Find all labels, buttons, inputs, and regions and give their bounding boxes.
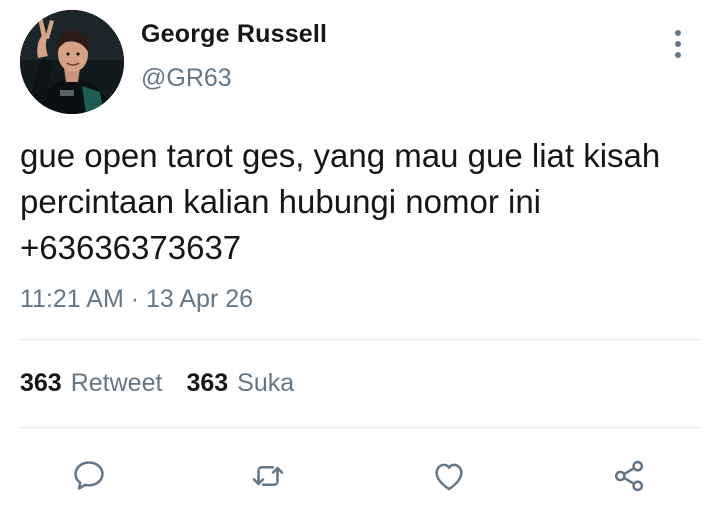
- vertical-dots-icon: [675, 30, 681, 58]
- tweet-text-line: gue open tarot ges, yang mau gue liat ki…: [20, 137, 661, 174]
- like-label: Suka: [237, 369, 295, 397]
- tweet-phone-number[interactable]: +63636373637: [20, 225, 710, 271]
- like-stat[interactable]: 363 Suka: [186, 369, 294, 398]
- share-button[interactable]: [601, 448, 657, 504]
- retweet-button[interactable]: [240, 448, 296, 504]
- author-handle[interactable]: @GR63: [141, 64, 232, 93]
- divider: [20, 427, 700, 428]
- tweet-text: gue open tarot ges, yang mau gue liat ki…: [20, 133, 710, 271]
- tweet-action-bar: [0, 448, 720, 504]
- profile-photo-icon: [20, 10, 124, 114]
- tweet-text-line: percintaan kalian hubungi nomor ini: [20, 183, 542, 220]
- retweet-label: Retweet: [70, 369, 163, 397]
- speech-bubble-icon: [74, 461, 104, 490]
- avatar[interactable]: [20, 10, 124, 114]
- share-icon: [614, 460, 644, 492]
- like-button[interactable]: [421, 448, 477, 504]
- divider: [20, 339, 700, 340]
- retweet-icon: [252, 466, 284, 486]
- tweet-stats: 363 Retweet 363 Suka: [20, 369, 294, 398]
- author-display-name[interactable]: George Russell: [141, 20, 327, 49]
- heart-icon: [435, 463, 463, 491]
- more-options-button[interactable]: [664, 26, 692, 62]
- retweet-stat[interactable]: 363 Retweet: [20, 369, 162, 398]
- reply-button[interactable]: [61, 448, 117, 504]
- retweet-count: 363: [20, 369, 62, 397]
- tweet-timestamp[interactable]: 11:21 AM · 13 Apr 26: [20, 285, 253, 314]
- like-count: 363: [186, 369, 229, 397]
